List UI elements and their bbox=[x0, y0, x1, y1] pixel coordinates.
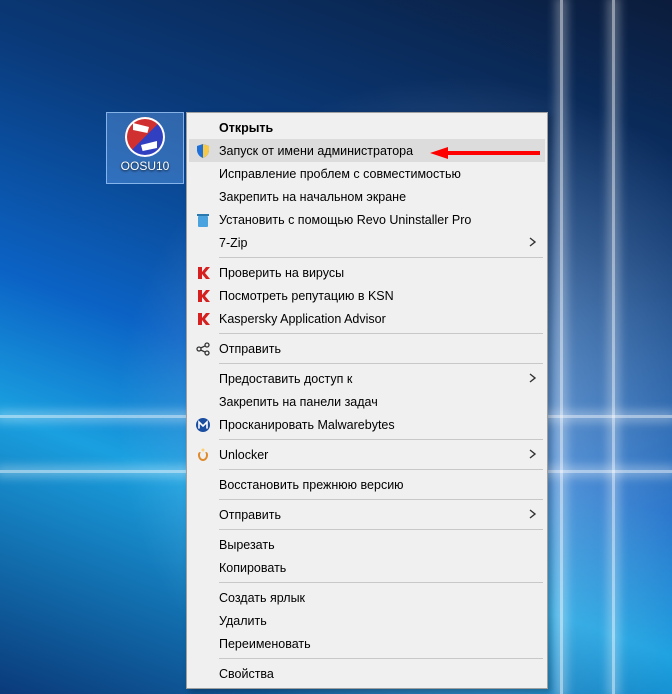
menu-item[interactable]: Закрепить на начальном экране bbox=[189, 185, 545, 208]
desktop-icon-label: OOSU10 bbox=[121, 159, 170, 173]
menu-item[interactable]: Вырезать bbox=[189, 533, 545, 556]
submenu-arrow-icon bbox=[525, 448, 541, 462]
menu-item[interactable]: Закрепить на панели задач bbox=[189, 390, 545, 413]
menu-item-label: Восстановить прежнюю версию bbox=[217, 478, 525, 492]
kaspersky-icon bbox=[189, 288, 217, 304]
menu-item-label: Переименовать bbox=[217, 637, 525, 651]
menu-item[interactable]: 7-Zip bbox=[189, 231, 545, 254]
menu-item-label: Удалить bbox=[217, 614, 525, 628]
menu-item-label: Посмотреть репутацию в KSN bbox=[217, 289, 525, 303]
menu-item[interactable]: Восстановить прежнюю версию bbox=[189, 473, 545, 496]
menu-item[interactable]: Исправление проблем с совместимостью bbox=[189, 162, 545, 185]
menu-item-label: Unlocker bbox=[217, 448, 525, 462]
menu-separator bbox=[219, 582, 543, 583]
menu-item[interactable]: Копировать bbox=[189, 556, 545, 579]
menu-separator bbox=[219, 499, 543, 500]
menu-item[interactable]: Предоставить доступ к bbox=[189, 367, 545, 390]
submenu-arrow-icon bbox=[525, 236, 541, 250]
menu-separator bbox=[219, 363, 543, 364]
menu-item[interactable]: Открыть bbox=[189, 116, 545, 139]
menu-item-label: Исправление проблем с совместимостью bbox=[217, 167, 525, 181]
shield-icon bbox=[189, 143, 217, 159]
menu-item[interactable]: Удалить bbox=[189, 609, 545, 632]
menu-item[interactable]: Kaspersky Application Advisor bbox=[189, 307, 545, 330]
menu-item-label: Отправить bbox=[217, 508, 525, 522]
menu-item-label: Установить с помощью Revo Uninstaller Pr… bbox=[217, 213, 525, 227]
menu-item[interactable]: Установить с помощью Revo Uninstaller Pr… bbox=[189, 208, 545, 231]
menu-item[interactable]: Создать ярлык bbox=[189, 586, 545, 609]
menu-item-label: Закрепить на начальном экране bbox=[217, 190, 525, 204]
kaspersky-icon bbox=[189, 311, 217, 327]
malwarebytes-icon bbox=[189, 417, 217, 433]
menu-item-label: 7-Zip bbox=[217, 236, 525, 250]
menu-item-label: Свойства bbox=[217, 667, 525, 681]
menu-item[interactable]: Отправить bbox=[189, 503, 545, 526]
menu-item[interactable]: Переименовать bbox=[189, 632, 545, 655]
menu-item[interactable]: Отправить bbox=[189, 337, 545, 360]
revo-icon bbox=[189, 212, 217, 228]
menu-item-label: Просканировать Malwarebytes bbox=[217, 418, 525, 432]
menu-separator bbox=[219, 658, 543, 659]
share-icon bbox=[189, 341, 217, 357]
context-menu: Открыть Запуск от имени администратора Исп… bbox=[186, 112, 548, 689]
menu-item-label: Вырезать bbox=[217, 538, 525, 552]
kaspersky-icon bbox=[189, 265, 217, 281]
menu-item-label: Создать ярлык bbox=[217, 591, 525, 605]
menu-item-label: Отправить bbox=[217, 342, 525, 356]
menu-item[interactable]: Посмотреть репутацию в KSN bbox=[189, 284, 545, 307]
menu-item-label: Закрепить на панели задач bbox=[217, 395, 525, 409]
menu-item[interactable]: Запуск от имени администратора bbox=[189, 139, 545, 162]
menu-item-label: Проверить на вирусы bbox=[217, 266, 525, 280]
menu-item[interactable]: Проверить на вирусы bbox=[189, 261, 545, 284]
submenu-arrow-icon bbox=[525, 508, 541, 522]
menu-item[interactable]: Unlocker bbox=[189, 443, 545, 466]
menu-item-label: Kaspersky Application Advisor bbox=[217, 312, 525, 326]
unlocker-icon bbox=[189, 447, 217, 463]
menu-separator bbox=[219, 257, 543, 258]
menu-separator bbox=[219, 529, 543, 530]
desktop-icon-oosu10[interactable]: OOSU10 bbox=[106, 112, 184, 184]
menu-item-label: Предоставить доступ к bbox=[217, 372, 525, 386]
menu-separator bbox=[219, 469, 543, 470]
submenu-arrow-icon bbox=[525, 372, 541, 386]
app-icon bbox=[125, 117, 165, 157]
menu-item[interactable]: Свойства bbox=[189, 662, 545, 685]
menu-item-label: Открыть bbox=[217, 121, 525, 135]
menu-separator bbox=[219, 439, 543, 440]
menu-item-label: Запуск от имени администратора bbox=[217, 144, 525, 158]
menu-item-label: Копировать bbox=[217, 561, 525, 575]
menu-item[interactable]: Просканировать Malwarebytes bbox=[189, 413, 545, 436]
menu-separator bbox=[219, 333, 543, 334]
